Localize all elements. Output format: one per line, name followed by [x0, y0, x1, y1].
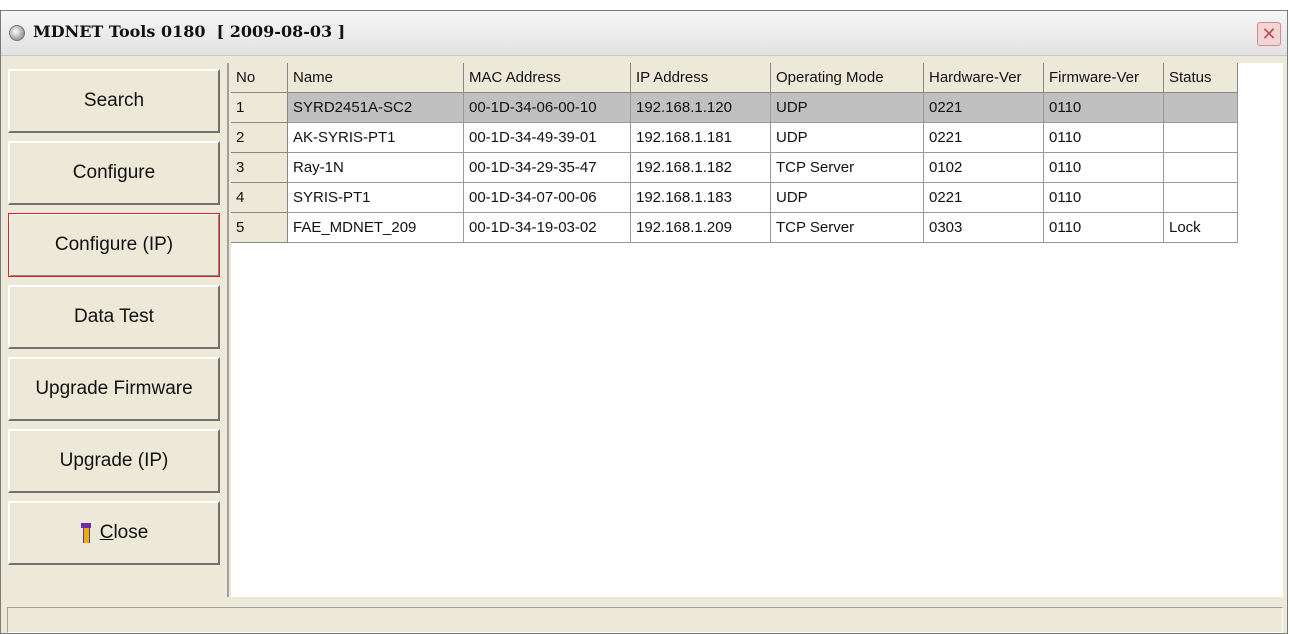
- button-label: Configure: [72, 162, 156, 183]
- table-cell[interactable]: 0221: [924, 183, 1044, 213]
- row-header[interactable]: 3: [231, 153, 288, 183]
- table-cell[interactable]: SYRD2451A-SC2: [288, 93, 464, 123]
- table-cell[interactable]: [1164, 153, 1238, 183]
- configure-button[interactable]: Configure: [8, 141, 220, 205]
- column-header[interactable]: Status: [1164, 63, 1238, 93]
- table-cell[interactable]: 0110: [1044, 183, 1164, 213]
- column-header[interactable]: Name: [288, 63, 464, 93]
- column-header[interactable]: Hardware-Ver: [924, 63, 1044, 93]
- table-cell[interactable]: 00-1D-34-29-35-47: [464, 153, 631, 183]
- data-test-button[interactable]: Data Test: [8, 285, 220, 349]
- table-cell[interactable]: SYRIS-PT1: [288, 183, 464, 213]
- title-bar[interactable]: MDNET Tools 0180 [ 2009-08-03 ] ✕: [1, 11, 1287, 56]
- row-header[interactable]: 2: [231, 123, 288, 153]
- button-label: Close: [99, 522, 149, 543]
- table-cell[interactable]: TCP Server: [771, 153, 924, 183]
- button-label: Upgrade (IP): [59, 450, 169, 471]
- table-cell[interactable]: 0110: [1044, 213, 1164, 243]
- status-bar: [7, 607, 1283, 633]
- window-close-button[interactable]: ✕: [1257, 22, 1281, 46]
- column-header[interactable]: No: [231, 63, 288, 93]
- row-header[interactable]: 4: [231, 183, 288, 213]
- table-cell[interactable]: 192.168.1.182: [631, 153, 771, 183]
- column-header[interactable]: IP Address: [631, 63, 771, 93]
- button-label: Configure (IP): [54, 234, 174, 255]
- table-cell[interactable]: UDP: [771, 93, 924, 123]
- table-cell[interactable]: 00-1D-34-07-00-06: [464, 183, 631, 213]
- upgrade-firmware-button[interactable]: Upgrade Firmware: [8, 357, 220, 421]
- table-cell[interactable]: FAE_MDNET_209: [288, 213, 464, 243]
- window-title: MDNET Tools 0180 [ 2009-08-03 ]: [33, 22, 346, 41]
- table-cell[interactable]: 0110: [1044, 93, 1164, 123]
- button-label: Data Test: [74, 306, 154, 327]
- search-button[interactable]: Search: [8, 69, 220, 133]
- upgrade-ip-button[interactable]: Upgrade (IP): [8, 429, 220, 493]
- table-cell[interactable]: 0110: [1044, 153, 1164, 183]
- table-cell[interactable]: 00-1D-34-49-39-01: [464, 123, 631, 153]
- table-cell[interactable]: 00-1D-34-19-03-02: [464, 213, 631, 243]
- table-cell[interactable]: 0110: [1044, 123, 1164, 153]
- close-button[interactable]: Close: [8, 501, 220, 565]
- table-cell[interactable]: [1164, 123, 1238, 153]
- table-cell[interactable]: TCP Server: [771, 213, 924, 243]
- table-cell[interactable]: [1164, 183, 1238, 213]
- app-icon: [9, 25, 25, 41]
- table-cell[interactable]: 0102: [924, 153, 1044, 183]
- table-cell[interactable]: 0221: [924, 93, 1044, 123]
- table-cell[interactable]: [1164, 93, 1238, 123]
- table-cell[interactable]: 192.168.1.183: [631, 183, 771, 213]
- table-cell[interactable]: 0303: [924, 213, 1044, 243]
- button-label: Upgrade Firmware: [35, 378, 193, 399]
- column-header[interactable]: Operating Mode: [771, 63, 924, 93]
- table-cell[interactable]: 192.168.1.181: [631, 123, 771, 153]
- column-header[interactable]: MAC Address: [464, 63, 631, 93]
- table-cell[interactable]: 0221: [924, 123, 1044, 153]
- table-cell[interactable]: Ray-1N: [288, 153, 464, 183]
- table-cell[interactable]: 192.168.1.209: [631, 213, 771, 243]
- column-header[interactable]: Firmware-Ver: [1044, 63, 1164, 93]
- device-table[interactable]: No Name MAC Address IP Address Operating Mod…: [231, 63, 1283, 597]
- row-header[interactable]: 5: [231, 213, 288, 243]
- row-header[interactable]: 1: [231, 93, 288, 123]
- table-cell[interactable]: 192.168.1.120: [631, 93, 771, 123]
- table-cell[interactable]: AK-SYRIS-PT1: [288, 123, 464, 153]
- main-window: MDNET Tools 0180 [ 2009-08-03 ] ✕ Search…: [0, 10, 1288, 634]
- button-label: Search: [83, 90, 145, 111]
- table-cell[interactable]: UDP: [771, 183, 924, 213]
- door-exit-icon: [80, 523, 92, 543]
- table-cell[interactable]: UDP: [771, 123, 924, 153]
- table-cell[interactable]: Lock: [1164, 213, 1238, 243]
- button-panel: Search Configure Configure (IP) Data Test Up…: [7, 63, 229, 597]
- table-cell[interactable]: 00-1D-34-06-00-10: [464, 93, 631, 123]
- configure-ip-button[interactable]: Configure (IP): [8, 213, 220, 277]
